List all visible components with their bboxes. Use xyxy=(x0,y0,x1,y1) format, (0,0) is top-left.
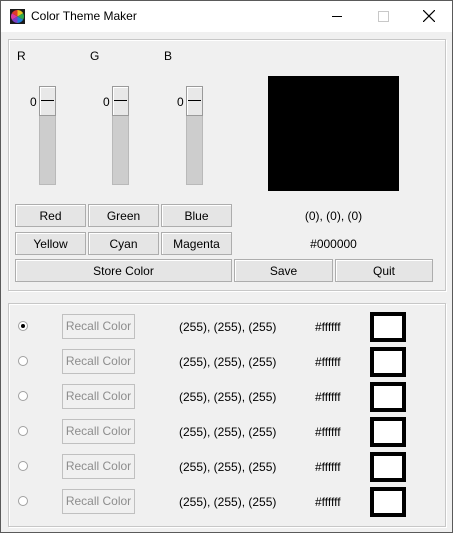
yellow-button[interactable]: Yellow xyxy=(15,232,86,255)
blue-button[interactable]: Blue xyxy=(161,204,232,227)
stored-color-rgb: (255), (255), (255) xyxy=(179,495,277,509)
title-bar: Color Theme Maker xyxy=(1,1,452,32)
stored-color-hex: #ffffff xyxy=(315,425,341,439)
stored-color-hex: #ffffff xyxy=(315,460,341,474)
stored-color-radio[interactable] xyxy=(18,391,28,401)
green-button[interactable]: Green xyxy=(88,204,159,227)
save-button[interactable]: Save xyxy=(234,259,333,282)
stored-color-hex: #ffffff xyxy=(315,320,341,334)
stored-color-hex: #ffffff xyxy=(315,495,341,509)
magenta-button[interactable]: Magenta xyxy=(161,232,232,255)
stored-color-rgb: (255), (255), (255) xyxy=(179,460,277,474)
stored-color-hex: #ffffff xyxy=(315,355,341,369)
stored-color-radio[interactable] xyxy=(18,321,28,331)
stored-color-swatch xyxy=(370,452,406,482)
stored-color-hex: #ffffff xyxy=(315,390,341,404)
recall-color-button[interactable]: Recall Color xyxy=(62,349,135,374)
stored-color-swatch xyxy=(370,382,406,412)
stored-color-swatch xyxy=(370,417,406,447)
color-preview xyxy=(268,76,399,191)
stored-color-swatch xyxy=(370,487,406,517)
blue-slider-thumb[interactable] xyxy=(186,86,203,116)
blue-channel-label: B xyxy=(164,49,173,63)
quit-button[interactable]: Quit xyxy=(335,259,433,282)
red-slider[interactable] xyxy=(39,86,56,185)
hex-readout: #000000 xyxy=(310,237,357,251)
stored-color-radio[interactable] xyxy=(18,356,28,366)
blue-slider[interactable] xyxy=(186,86,203,185)
close-icon xyxy=(423,10,435,22)
green-slider-thumb[interactable] xyxy=(112,86,129,116)
stored-color-swatch xyxy=(370,347,406,377)
stored-color-radio[interactable] xyxy=(18,496,28,506)
stored-color-rgb: (255), (255), (255) xyxy=(179,355,277,369)
recall-color-button[interactable]: Recall Color xyxy=(62,384,135,409)
close-button[interactable] xyxy=(406,1,452,32)
green-channel-label: G xyxy=(90,49,100,63)
minimize-button[interactable] xyxy=(314,1,360,32)
stored-color-rgb: (255), (255), (255) xyxy=(179,320,277,334)
stored-color-rgb: (255), (255), (255) xyxy=(179,390,277,404)
green-value: 0 xyxy=(103,95,110,109)
red-channel-label: R xyxy=(17,49,26,63)
stored-color-radio[interactable] xyxy=(18,426,28,436)
color-wheel-icon xyxy=(10,9,25,24)
blue-value: 0 xyxy=(177,95,184,109)
recall-color-button[interactable]: Recall Color xyxy=(62,454,135,479)
stored-color-radio[interactable] xyxy=(18,461,28,471)
window-title: Color Theme Maker xyxy=(31,9,137,23)
recall-color-button[interactable]: Recall Color xyxy=(62,314,135,339)
recall-color-button[interactable]: Recall Color xyxy=(62,489,135,514)
store-color-button[interactable]: Store Color xyxy=(15,259,232,282)
recall-color-button[interactable]: Recall Color xyxy=(62,419,135,444)
red-button[interactable]: Red xyxy=(15,204,86,227)
maximize-button[interactable] xyxy=(360,1,406,32)
stored-color-rgb: (255), (255), (255) xyxy=(179,425,277,439)
red-slider-thumb[interactable] xyxy=(39,86,56,116)
rgb-readout: (0), (0), (0) xyxy=(304,209,363,223)
cyan-button[interactable]: Cyan xyxy=(88,232,159,255)
app-window: Color Theme Maker R G B 0 0 0 Red Green … xyxy=(0,0,453,533)
red-value: 0 xyxy=(30,95,37,109)
green-slider[interactable] xyxy=(112,86,129,185)
stored-color-swatch xyxy=(370,312,406,342)
